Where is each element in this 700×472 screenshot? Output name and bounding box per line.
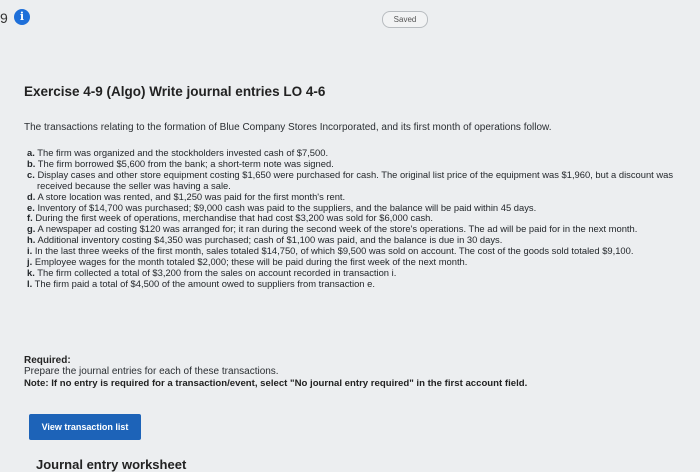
transaction-item: l. The firm paid a total of $4,500 of th… [27, 277, 677, 290]
transaction-text: During the first week of operations, mer… [35, 212, 433, 224]
exercise-title: Exercise 4-9 (Algo) Write journal entrie… [24, 84, 326, 99]
transaction-text: The firm was organized and the stockhold… [37, 147, 329, 158]
transaction-letter: i. [27, 245, 33, 257]
question-number: 9 [0, 10, 8, 26]
transaction-letter: d. [27, 190, 36, 202]
note: Note: If no entry is required for a tran… [24, 378, 527, 389]
transaction-text: A newspaper ad costing $120 was arranged… [37, 223, 638, 235]
transaction-letter: e. [27, 201, 35, 213]
transaction-letter: h. [27, 234, 36, 246]
transaction-letter: l. [27, 277, 33, 289]
transaction-text: The firm paid a total of $4,500 of the a… [34, 277, 375, 289]
exercise-intro: The transactions relating to the formati… [24, 122, 552, 133]
saved-status-badge: Saved [382, 11, 428, 28]
info-icon[interactable]: i [14, 9, 30, 25]
transaction-letter: a. [27, 147, 35, 158]
transaction-text: The firm collected a total of $3,200 fro… [37, 266, 397, 278]
required-instructions: Prepare the journal entries for each of … [24, 366, 279, 377]
transaction-letter: b. [27, 157, 36, 169]
note-label: Note: [24, 378, 49, 389]
transaction-list: a. The firm was organized and the stockh… [27, 147, 677, 290]
transaction-text: The firm borrowed $5,600 from the bank; … [37, 157, 334, 169]
transaction-letter: k. [27, 266, 35, 278]
transaction-text: Employee wages for the month totaled $2,… [34, 256, 468, 268]
transaction-text: A store location was rented, and $1,250 … [37, 190, 346, 202]
view-transaction-list-button[interactable]: View transaction list [29, 414, 141, 440]
transaction-letter: j. [27, 256, 33, 268]
top-bar: 9 i Saved [0, 0, 700, 40]
transaction-item: c. Display cases and other store equipme… [27, 168, 677, 192]
transaction-text: Inventory of $14,700 was purchased; $9,0… [37, 201, 537, 213]
transaction-text: Display cases and other store equipment … [37, 168, 674, 191]
required-heading: Required: [24, 355, 71, 366]
transaction-text: Additional inventory costing $4,350 was … [37, 234, 503, 246]
transaction-letter: c. [27, 168, 35, 180]
transaction-text: In the last three weeks of the first mon… [34, 245, 634, 257]
note-text: If no entry is required for a transactio… [51, 378, 528, 389]
transaction-letter: g. [27, 223, 36, 235]
transaction-letter: f. [27, 212, 33, 224]
